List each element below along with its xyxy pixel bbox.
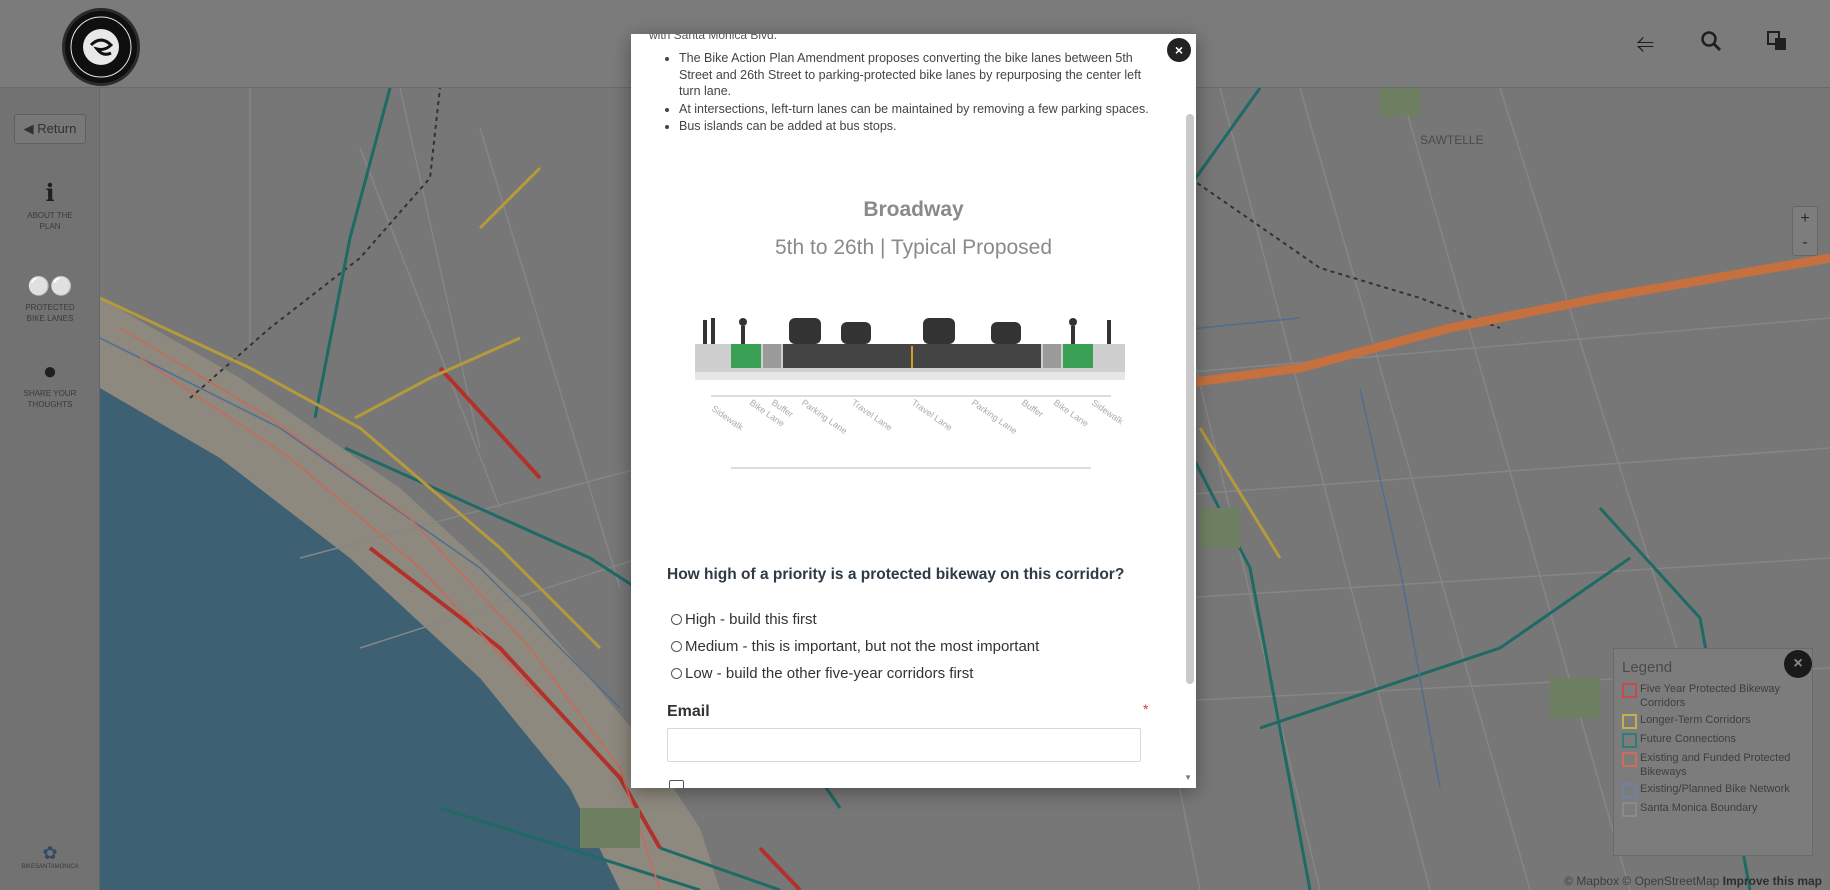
legend-title: Legend: [1622, 659, 1673, 676]
rail-item-share-thoughts[interactable]: ● Share Your Thoughts: [0, 358, 100, 410]
city-seal-icon: [70, 16, 132, 78]
zoom-in-button[interactable]: +: [1793, 207, 1817, 231]
cross-section-title: Broadway: [863, 198, 964, 221]
rail-item-label: About the Plan: [27, 211, 73, 231]
rail-item-protected-bike-lanes[interactable]: ⚪⚪ Protected Bike Lanes: [0, 272, 100, 324]
legend-item: Existing and Funded Protected Bikeways: [1622, 751, 1804, 779]
option-medium[interactable]: Medium - this is important, but not the …: [671, 633, 1039, 660]
consent-checkbox[interactable]: [669, 780, 684, 788]
svg-text:Parking Lane: Parking Lane: [800, 397, 849, 436]
radio-button[interactable]: [671, 668, 682, 679]
left-rail: ◀ Return ℹ About the Plan ⚪⚪ Protected B…: [0, 88, 100, 890]
bike-santa-monica-icon: ✿: [42, 843, 58, 863]
bullet-item: At intersections, left-turn lanes can be…: [679, 101, 1157, 118]
zoom-out-button[interactable]: -: [1793, 231, 1817, 255]
legend-item: Future Connections: [1622, 732, 1804, 748]
modal-close-button[interactable]: ×: [1167, 38, 1191, 62]
svg-text:Buffer: Buffer: [1020, 397, 1045, 419]
modal-scrollbar[interactable]: [1186, 114, 1194, 684]
return-button[interactable]: ◀ Return: [14, 114, 86, 144]
legend-item: Longer-Term Corridors: [1622, 713, 1804, 729]
street-cross-section: Sidewalk Bike Lane Buffer Parking Lane T…: [695, 318, 1126, 469]
speech-bubble-icon: ●: [42, 358, 58, 385]
legend-swatch-red: [1622, 683, 1637, 698]
legend-swatch-teal: [1622, 733, 1637, 748]
option-high[interactable]: High - build this first: [671, 606, 1039, 633]
attribution-prefix: © Mapbox © OpenStreetMap: [1564, 874, 1720, 888]
legend-swatch-gray: [1622, 802, 1637, 817]
bullet-item: Bus islands can be added at bus stops.: [679, 118, 1157, 135]
cross-section-subtitle: 5th to 26th | Typical Proposed: [774, 236, 1053, 259]
required-indicator: *: [1143, 701, 1149, 717]
map-legend: Legend Five Year Protected Bikeway Corri…: [1613, 648, 1813, 856]
svg-text:Sidewalk: Sidewalk: [1090, 397, 1126, 426]
return-label: Return: [37, 121, 77, 136]
legend-item: Santa Monica Boundary: [1622, 801, 1804, 817]
rail-item-about[interactable]: ℹ About the Plan: [0, 180, 100, 232]
cut-text: with Santa Monica Blvd.: [649, 34, 778, 42]
sawtelle-label: SAWTELLE: [1420, 133, 1484, 147]
city-logo[interactable]: [62, 8, 140, 86]
legend-swatch-yellow: [1622, 714, 1637, 729]
priority-options: High - build this first Medium - this is…: [671, 606, 1039, 687]
bike-santa-monica-logo: ✿ BIKESANTAMONICA: [0, 843, 100, 870]
rail-item-label: Share Your Thoughts: [23, 389, 77, 409]
email-field[interactable]: [667, 728, 1141, 762]
svg-text:Bike Lane: Bike Lane: [1052, 397, 1091, 428]
bike-icon: ⚪⚪: [27, 276, 73, 296]
share-icon[interactable]: ⥢: [1632, 30, 1658, 56]
translate-icon[interactable]: [1764, 30, 1790, 56]
info-icon: ℹ: [45, 180, 55, 207]
svg-text:Travel Lane: Travel Lane: [910, 397, 954, 432]
legend-swatch-salmon: [1622, 752, 1637, 767]
priority-question: How high of a priority is a protected bi…: [667, 566, 1125, 583]
legend-item: Existing/Planned Bike Network: [1622, 782, 1804, 798]
bullet-list: The Bike Action Plan Amendment proposes …: [657, 50, 1157, 136]
search-icon[interactable]: [1698, 30, 1724, 56]
consent-row[interactable]: [669, 780, 684, 788]
zoom-control: + -: [1792, 206, 1818, 256]
radio-button[interactable]: [671, 641, 682, 652]
legend-close-button[interactable]: ×: [1784, 650, 1812, 678]
lane-labels: Sidewalk Bike Lane Buffer Parking Lane T…: [710, 397, 1126, 436]
email-label: Email: [667, 703, 710, 720]
rail-item-label: Protected Bike Lanes: [25, 303, 75, 323]
improve-map-link[interactable]: Improve this map: [1723, 874, 1822, 888]
corridor-modal: with Santa Monica Blvd. The Bike Action …: [631, 34, 1196, 788]
map-attribution: © Mapbox © OpenStreetMap Improve this ma…: [1564, 874, 1822, 888]
scroll-down-arrow[interactable]: ▼: [1184, 773, 1192, 782]
option-low[interactable]: Low - build the other five-year corridor…: [671, 660, 1039, 687]
svg-text:Parking Lane: Parking Lane: [970, 397, 1019, 436]
legend-swatch-blue: [1622, 783, 1637, 798]
radio-button[interactable]: [671, 614, 682, 625]
legend-item: Five Year Protected Bikeway Corridors: [1622, 682, 1804, 710]
svg-text:Travel Lane: Travel Lane: [850, 397, 894, 432]
bullet-item: The Bike Action Plan Amendment proposes …: [679, 50, 1157, 100]
svg-text:Sidewalk: Sidewalk: [710, 403, 746, 432]
